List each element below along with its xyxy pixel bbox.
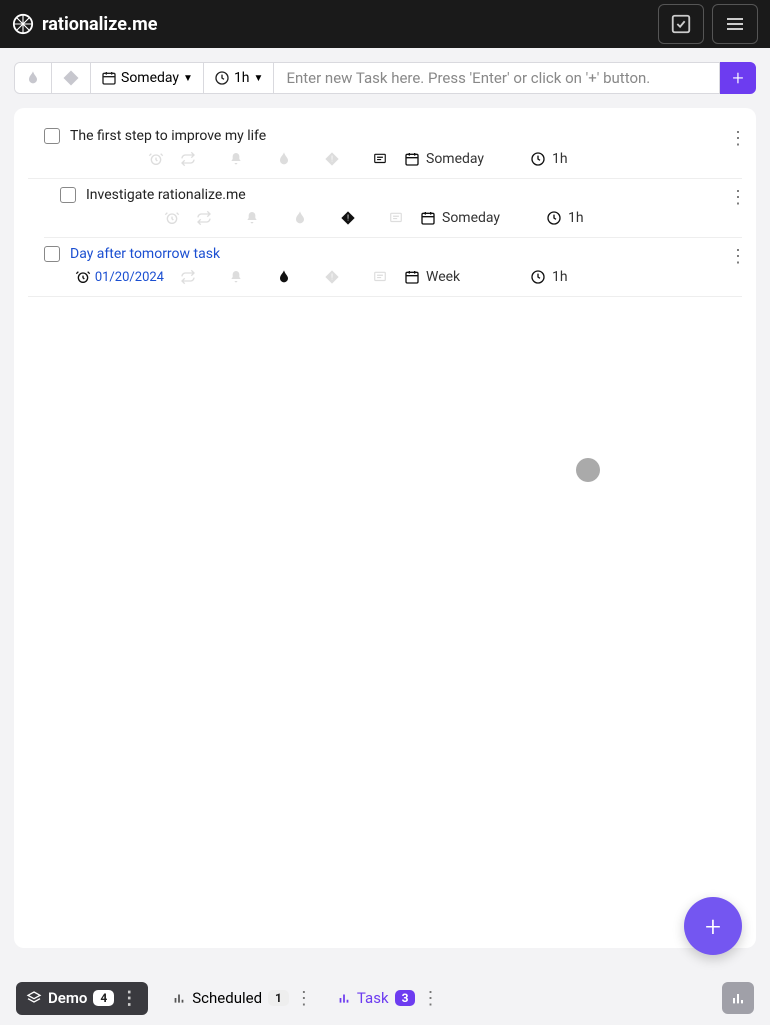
footer-task-group[interactable]: Task 3 ⋮ — [337, 988, 440, 1009]
dots-menu-icon[interactable]: ⋮ — [421, 988, 439, 1009]
footer-right — [722, 982, 754, 1014]
repeat-icon[interactable] — [164, 269, 212, 285]
calendar-icon — [404, 151, 420, 167]
repeat-icon[interactable] — [180, 210, 228, 226]
calendar-icon — [101, 70, 117, 86]
task-menu-button[interactable]: ⋮ — [729, 128, 746, 149]
bars-icon — [172, 991, 186, 1005]
task-schedule[interactable]: Someday — [404, 151, 500, 167]
fire-icon[interactable] — [276, 209, 324, 227]
new-task-input[interactable] — [274, 62, 720, 94]
clock-icon — [546, 210, 562, 226]
task-menu-button[interactable]: ⋮ — [729, 246, 746, 267]
repeat-icon[interactable] — [164, 151, 212, 167]
footer-scheduled-count: 1 — [268, 990, 289, 1006]
add-task-button[interactable]: + — [720, 62, 756, 94]
app-header: rationalize.me — [0, 0, 770, 48]
footer-scheduled-label: Scheduled — [192, 989, 262, 1007]
calendar-icon — [420, 210, 436, 226]
calendar-icon — [404, 269, 420, 285]
priority-icon[interactable]: ! — [308, 151, 356, 167]
brand[interactable]: rationalize.me — [12, 13, 157, 35]
footer-task-count: 3 — [395, 990, 416, 1006]
clock-icon — [530, 269, 546, 285]
bell-icon[interactable] — [212, 151, 260, 167]
stats-button[interactable] — [722, 982, 754, 1014]
brand-name: rationalize.me — [42, 14, 157, 35]
clock-icon — [214, 70, 230, 86]
task-row: Investigate rationalize.me ⋮ ! Someday 1… — [44, 179, 742, 238]
task-row: Day after tomorrow task ⋮ 01/20/2024 ! W… — [28, 238, 742, 297]
dots-menu-icon[interactable]: ⋮ — [295, 988, 313, 1009]
note-icon[interactable] — [372, 211, 420, 225]
note-icon[interactable] — [356, 152, 404, 166]
caret-down-icon: ▼ — [254, 73, 264, 84]
footer-bar: Demo 4 ⋮ Scheduled 1 ⋮ Task 3 ⋮ — [0, 971, 770, 1025]
layers-icon — [26, 990, 42, 1006]
checklist-button[interactable] — [658, 4, 704, 44]
alarm-icon[interactable] — [148, 151, 164, 167]
alarm-icon[interactable] — [164, 210, 180, 226]
task-title[interactable]: Day after tomorrow task — [70, 246, 220, 262]
task-title[interactable]: The first step to improve my life — [70, 128, 266, 144]
alarm-icon — [75, 269, 91, 285]
task-schedule[interactable]: Someday — [420, 210, 516, 226]
toolbar-options: Someday ▼ 1h ▼ — [14, 62, 274, 94]
bell-icon[interactable] — [212, 269, 260, 285]
svg-text:!: ! — [331, 273, 333, 282]
schedule-label: Someday — [121, 70, 179, 86]
footer-demo-count: 4 — [93, 990, 114, 1006]
dots-menu-icon[interactable]: ⋮ — [120, 988, 138, 1009]
task-title[interactable]: Investigate rationalize.me — [86, 187, 246, 203]
task-menu-button[interactable]: ⋮ — [729, 187, 746, 208]
priority-toggle[interactable] — [52, 63, 91, 93]
footer-task-label: Task — [357, 989, 389, 1007]
clock-icon — [530, 151, 546, 167]
fab-add-button[interactable]: + — [684, 897, 742, 955]
fire-toggle[interactable] — [15, 63, 52, 93]
bell-icon[interactable] — [228, 210, 276, 226]
task-duration[interactable]: 1h — [530, 269, 590, 285]
caret-down-icon: ▼ — [183, 73, 193, 84]
footer-demo-group[interactable]: Demo 4 ⋮ — [16, 982, 148, 1015]
task-row: The first step to improve my life ⋮ ! So… — [28, 120, 742, 179]
hamburger-menu-button[interactable] — [712, 4, 758, 44]
priority-icon[interactable]: ! — [308, 269, 356, 285]
schedule-dropdown[interactable]: Someday ▼ — [91, 63, 204, 93]
duration-dropdown[interactable]: 1h ▼ — [204, 63, 274, 93]
task-checkbox[interactable] — [44, 246, 60, 262]
loading-indicator — [576, 458, 600, 482]
task-list-panel: The first step to improve my life ⋮ ! So… — [14, 108, 756, 948]
task-duration[interactable]: 1h — [546, 210, 606, 226]
priority-icon[interactable]: ! — [324, 210, 372, 226]
new-task-toolbar: Someday ▼ 1h ▼ + — [0, 48, 770, 94]
note-icon[interactable] — [356, 270, 404, 284]
task-duration[interactable]: 1h — [530, 151, 590, 167]
svg-text:!: ! — [331, 155, 333, 164]
task-date[interactable]: 01/20/2024 — [75, 269, 164, 285]
fire-icon[interactable] — [260, 268, 308, 286]
header-actions — [658, 4, 758, 44]
svg-text:!: ! — [347, 214, 349, 223]
footer-scheduled-group[interactable]: Scheduled 1 ⋮ — [172, 988, 313, 1009]
brand-logo-icon — [12, 13, 34, 35]
task-checkbox[interactable] — [44, 128, 60, 144]
bars-icon — [337, 991, 351, 1005]
footer-demo-label: Demo — [48, 989, 87, 1007]
fire-icon[interactable] — [260, 150, 308, 168]
task-schedule[interactable]: Week — [404, 269, 500, 285]
duration-label: 1h — [234, 70, 250, 86]
task-checkbox[interactable] — [60, 187, 76, 203]
